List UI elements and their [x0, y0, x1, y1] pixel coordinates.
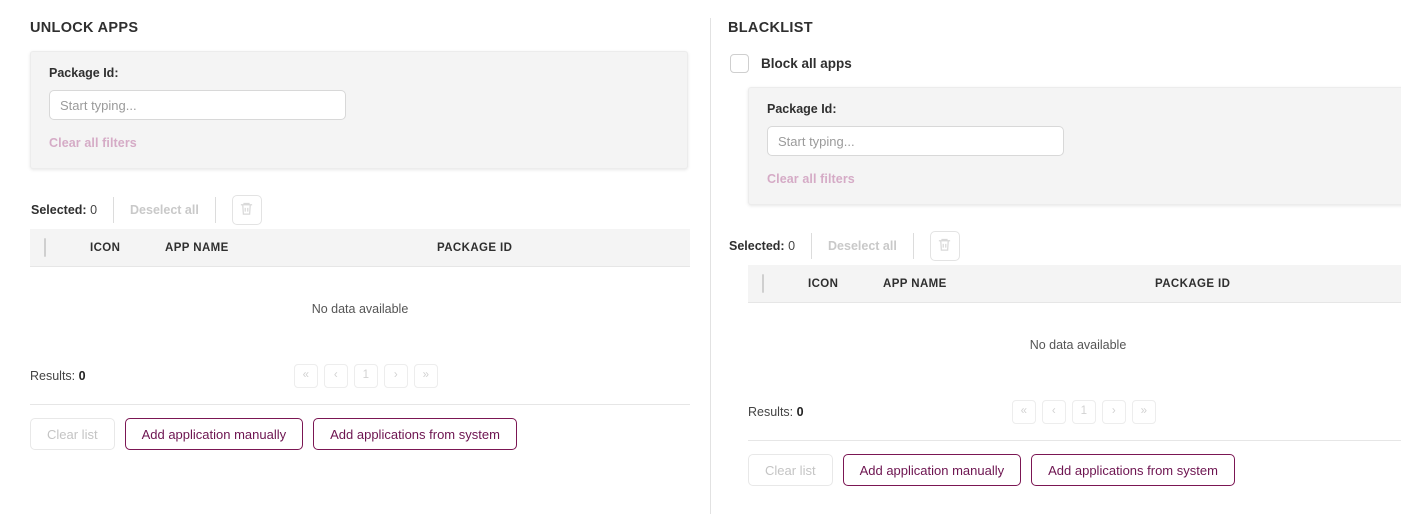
blacklist-add-application-manually-button[interactable]: Add application manually	[842, 454, 1022, 486]
unlock-deselect-all-button[interactable]: Deselect all	[130, 203, 199, 217]
trash-icon	[239, 201, 254, 219]
blacklist-selected-value: 0	[788, 239, 796, 253]
blacklist-deselect-all-button[interactable]: Deselect all	[828, 239, 897, 253]
unlock-package-id-input[interactable]	[49, 90, 346, 120]
blacklist-clear-all-filters-link[interactable]: Clear all filters	[767, 172, 855, 186]
panel-divider	[710, 18, 711, 514]
unlock-clear-list-button[interactable]: Clear list	[30, 418, 115, 450]
blacklist-results-value: 0	[796, 405, 804, 419]
block-all-apps-checkbox[interactable]	[730, 54, 749, 73]
unlock-page-next-button[interactable]: ›	[383, 364, 408, 388]
checkbox-box	[44, 237, 46, 257]
blacklist-results-count: Results: 0	[748, 405, 804, 419]
unlock-select-all-checkbox[interactable]	[44, 237, 90, 257]
block-all-apps-label: Block all apps	[761, 56, 852, 71]
unlock-add-applications-from-system-button[interactable]: Add applications from system	[313, 418, 517, 450]
checkbox-box	[762, 273, 764, 293]
blacklist-table-header: ICON APP NAME PACKAGE ID	[748, 265, 1401, 303]
toolbar-separator	[214, 197, 216, 223]
unlock-page-first-button[interactable]: «	[293, 364, 318, 388]
blacklist-panel: BLACKLIST Block all apps Package Id: Cle…	[728, 0, 1401, 486]
unlock-results-count: Results: 0	[30, 369, 86, 383]
blacklist-column-app-name: APP NAME	[883, 277, 947, 290]
blacklist-select-all-checkbox[interactable]	[762, 273, 808, 293]
blacklist-pagination-row: Results: 0 « ‹ 1 › »	[748, 394, 1401, 430]
blacklist-empty-message: No data available	[1029, 338, 1127, 352]
blacklist-actions: Clear list Add application manually Add …	[748, 454, 1388, 486]
unlock-selected-value: 0	[90, 203, 98, 217]
unlock-apps-table: ICON APP NAME PACKAGE ID No data availab…	[30, 229, 690, 350]
unlock-selected-label: Selected:	[31, 203, 87, 217]
unlock-clear-all-filters-link[interactable]: Clear all filters	[49, 136, 137, 150]
unlock-results-value: 0	[78, 369, 86, 383]
blacklist-package-id-label: Package Id:	[767, 102, 837, 116]
blacklist-results-label: Results:	[748, 405, 794, 419]
blacklist-page-1-button[interactable]: 1	[1071, 400, 1096, 424]
blacklist-delete-selected-button[interactable]	[929, 231, 960, 261]
unlock-package-id-label: Package Id:	[49, 66, 119, 80]
unlock-results-label: Results:	[30, 369, 76, 383]
unlock-page-prev-button[interactable]: ‹	[323, 364, 348, 388]
blacklist-page-prev-button[interactable]: ‹	[1041, 400, 1066, 424]
toolbar-separator	[113, 197, 115, 223]
unlock-delete-selected-button[interactable]	[231, 195, 262, 225]
unlock-actions-divider	[30, 404, 690, 405]
toolbar-separator	[811, 233, 813, 259]
blacklist-clear-list-button[interactable]: Clear list	[748, 454, 833, 486]
blacklist-selected-count: Selected: 0	[729, 239, 795, 253]
unlock-selected-count: Selected: 0	[31, 203, 97, 217]
unlock-apps-title: UNLOCK APPS	[30, 20, 139, 36]
blacklist-package-id-input[interactable]	[767, 126, 1064, 156]
blacklist-page-last-button[interactable]: »	[1131, 400, 1156, 424]
blacklist-add-applications-from-system-button[interactable]: Add applications from system	[1031, 454, 1235, 486]
blacklist-actions-divider	[748, 440, 1401, 441]
unlock-empty-message: No data available	[311, 302, 409, 316]
unlock-actions: Clear list Add application manually Add …	[30, 418, 690, 450]
blacklist-selected-label: Selected:	[729, 239, 785, 253]
blacklist-column-icon: ICON	[808, 277, 839, 290]
blacklist-page-next-button[interactable]: ›	[1101, 400, 1126, 424]
app-permissions-page: UNLOCK APPS Package Id: Clear all filter…	[0, 0, 1401, 522]
unlock-selection-toolbar: Selected: 0 Deselect all	[31, 191, 690, 229]
blacklist-selection-toolbar: Selected: 0 Deselect all	[729, 227, 1388, 265]
unlock-pagination-row: Results: 0 « ‹ 1 › »	[30, 358, 690, 394]
unlock-column-app-name: APP NAME	[165, 241, 229, 254]
blacklist-title: BLACKLIST	[728, 20, 813, 36]
unlock-pagination: « ‹ 1 › »	[293, 364, 438, 388]
blacklist-apps-table: ICON APP NAME PACKAGE ID No data availab…	[748, 265, 1401, 386]
toolbar-separator	[912, 233, 914, 259]
blacklist-column-package-id: PACKAGE ID	[1155, 277, 1231, 290]
unlock-page-last-button[interactable]: »	[413, 364, 438, 388]
unlock-column-icon: ICON	[90, 241, 121, 254]
blacklist-pagination: « ‹ 1 › »	[1011, 400, 1156, 424]
unlock-page-1-button[interactable]: 1	[353, 364, 378, 388]
unlock-column-package-id: PACKAGE ID	[437, 241, 513, 254]
block-all-apps-row[interactable]: Block all apps	[730, 54, 1388, 73]
unlock-filter-card: Package Id: Clear all filters	[30, 51, 688, 169]
unlock-table-header: ICON APP NAME PACKAGE ID	[30, 229, 690, 267]
blacklist-filter-card: Package Id: Clear all filters	[748, 87, 1401, 205]
unlock-apps-panel: UNLOCK APPS Package Id: Clear all filter…	[30, 0, 690, 450]
blacklist-page-first-button[interactable]: «	[1011, 400, 1036, 424]
trash-icon	[937, 237, 952, 255]
unlock-add-application-manually-button[interactable]: Add application manually	[124, 418, 304, 450]
